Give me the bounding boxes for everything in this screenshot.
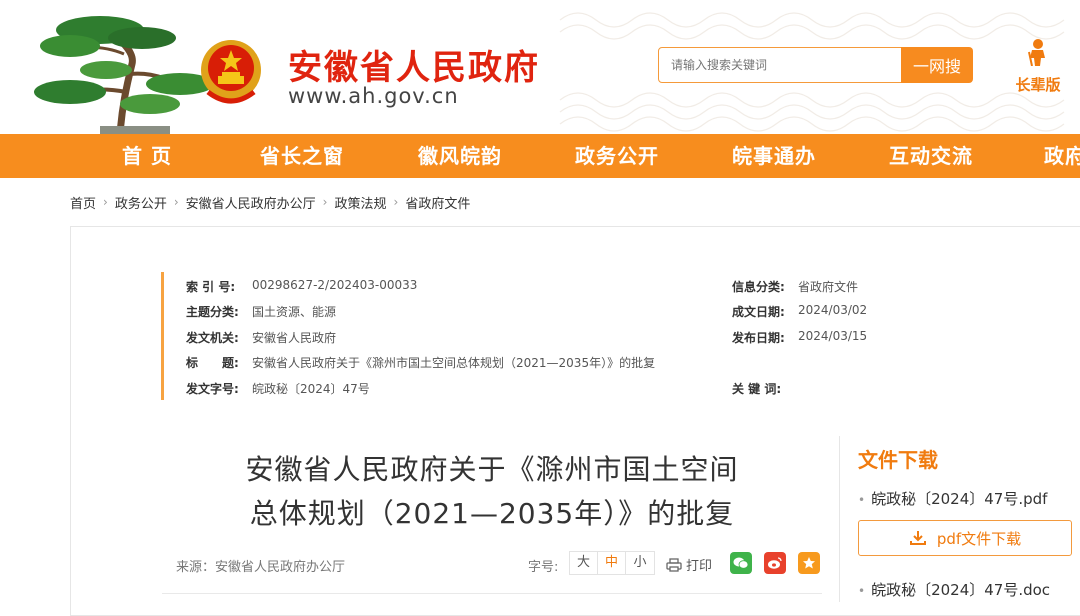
nav-item-interaction[interactable]: 互动交流 [889, 134, 973, 178]
meta-issuer-value: 安徽省人民政府 [252, 331, 337, 345]
meta-title-value: 安徽省人民政府关于《滁州市国土空间总体规划（2021—2035年）》的批复 [252, 356, 656, 370]
bullet-icon: • [858, 493, 866, 507]
font-size-small-button[interactable]: 小 [626, 552, 654, 574]
meta-published-label: 发布日期: [732, 331, 785, 345]
breadcrumb-home[interactable]: 首页 [70, 193, 96, 212]
article-toolbar: 来源：安徽省人民政府办公厅 字号: 大 中 小 打印 [162, 550, 822, 578]
printer-icon [666, 557, 682, 572]
font-size-label: 字号: [528, 560, 559, 575]
site-url[interactable]: www.ah.gov.cn [288, 84, 459, 108]
breadcrumb-provincial-docs[interactable]: 省政府文件 [405, 193, 470, 212]
meta-keywords-label: 关 键 词: [732, 382, 782, 396]
wechat-share-icon[interactable] [730, 552, 752, 574]
breadcrumb-general-office[interactable]: 安徽省人民政府办公厅 [186, 193, 316, 212]
print-label: 打印 [686, 559, 713, 574]
article-divider [162, 593, 822, 594]
nav-item-culture[interactable]: 徽风皖韵 [418, 134, 502, 178]
nav-item-government[interactable]: 政府 [1044, 134, 1080, 178]
welcoming-pine-logo [34, 16, 214, 134]
download-file-doc-name: 皖政秘〔2024〕47号.doc [871, 581, 1051, 599]
chevron-right-icon: › [322, 195, 328, 209]
sidebar-separator [839, 436, 840, 602]
article-title-line-1: 安徽省人民政府关于《滁州市国土空间 [245, 453, 739, 486]
nav-item-home[interactable]: 首 页 [122, 134, 172, 178]
main-nav: 首 页 省长之窗 徽风皖韵 政务公开 皖事通办 互动交流 政府 [0, 134, 1080, 178]
meta-topic-value: 国土资源、能源 [252, 305, 337, 319]
national-emblem [201, 40, 261, 104]
elder-person-icon [1028, 39, 1045, 67]
font-size-selector: 大 中 小 [569, 551, 655, 575]
bullet-icon: • [858, 584, 866, 598]
meta-category-value: 省政府文件 [798, 280, 859, 294]
print-button[interactable]: 打印 [666, 555, 712, 574]
star-icon [803, 557, 815, 569]
meta-issuer-label: 发文机关: [186, 331, 239, 345]
meta-title-label: 标 题: [186, 356, 239, 370]
chevron-right-icon: › [173, 195, 179, 209]
font-size-large-button[interactable]: 大 [570, 552, 598, 574]
download-section-title: 文件下载 [858, 448, 938, 472]
nav-item-gov-affairs[interactable]: 政务公开 [575, 134, 659, 178]
meta-docno-label: 发文字号: [186, 382, 239, 396]
breadcrumb: 首页 › 政务公开 › 安徽省人民政府办公厅 › 政策法规 › 省政府文件 [70, 193, 470, 212]
download-icon [909, 531, 926, 545]
nav-item-services[interactable]: 皖事通办 [732, 134, 816, 178]
breadcrumb-gov-affairs[interactable]: 政务公开 [115, 193, 167, 212]
meta-created-label: 成文日期: [732, 305, 785, 319]
pdf-download-label: pdf文件下载 [936, 529, 1022, 548]
weibo-icon [768, 557, 782, 569]
meta-topic-label: 主题分类: [186, 305, 239, 319]
pdf-download-button[interactable]: pdf文件下载 [858, 520, 1072, 556]
chevron-right-icon: › [103, 195, 108, 209]
search-input[interactable] [658, 47, 902, 83]
article-title-line-2: 总体规划（2021—2035年）》的批复 [249, 497, 735, 530]
elder-mode-button[interactable]: 长辈版 [1008, 38, 1068, 95]
article-title: 安徽省人民政府关于《滁州市国土空间 总体规划（2021—2035年）》的批复 [162, 448, 822, 536]
article-source: 来源：安徽省人民政府办公厅 [176, 560, 346, 575]
favorite-share-icon[interactable] [798, 552, 820, 574]
search-button[interactable]: 一网搜 [901, 47, 973, 83]
nav-item-governor[interactable]: 省长之窗 [260, 134, 344, 178]
meta-created-value: 2024/03/02 [798, 303, 868, 317]
font-size-medium-button[interactable]: 中 [598, 552, 626, 574]
site-title[interactable]: 安徽省人民政府 [288, 40, 540, 89]
meta-index-label: 索 引 号: [186, 280, 236, 294]
elder-mode-label: 长辈版 [1015, 76, 1061, 94]
wechat-icon [733, 557, 749, 569]
meta-published-value: 2024/03/15 [798, 329, 868, 343]
download-file-pdf-name: 皖政秘〔2024〕47号.pdf [871, 490, 1048, 508]
site-header: 安徽省人民政府 www.ah.gov.cn 一网搜 长辈版 [0, 0, 1080, 134]
download-file-doc[interactable]: • 皖政秘〔2024〕47号.doc [858, 579, 1050, 600]
breadcrumb-policies[interactable]: 政策法规 [334, 193, 386, 212]
document-metadata: 索 引 号: 00298627-2/202403-00033 信息分类: 省政府… [161, 272, 881, 400]
meta-docno-value: 皖政秘〔2024〕47号 [252, 382, 370, 396]
meta-category-label: 信息分类: [732, 280, 785, 294]
chevron-right-icon: › [393, 195, 399, 209]
meta-index-value: 00298627-2/202403-00033 [252, 278, 418, 292]
download-file-pdf[interactable]: • 皖政秘〔2024〕47号.pdf [858, 488, 1047, 509]
weibo-share-icon[interactable] [764, 552, 786, 574]
